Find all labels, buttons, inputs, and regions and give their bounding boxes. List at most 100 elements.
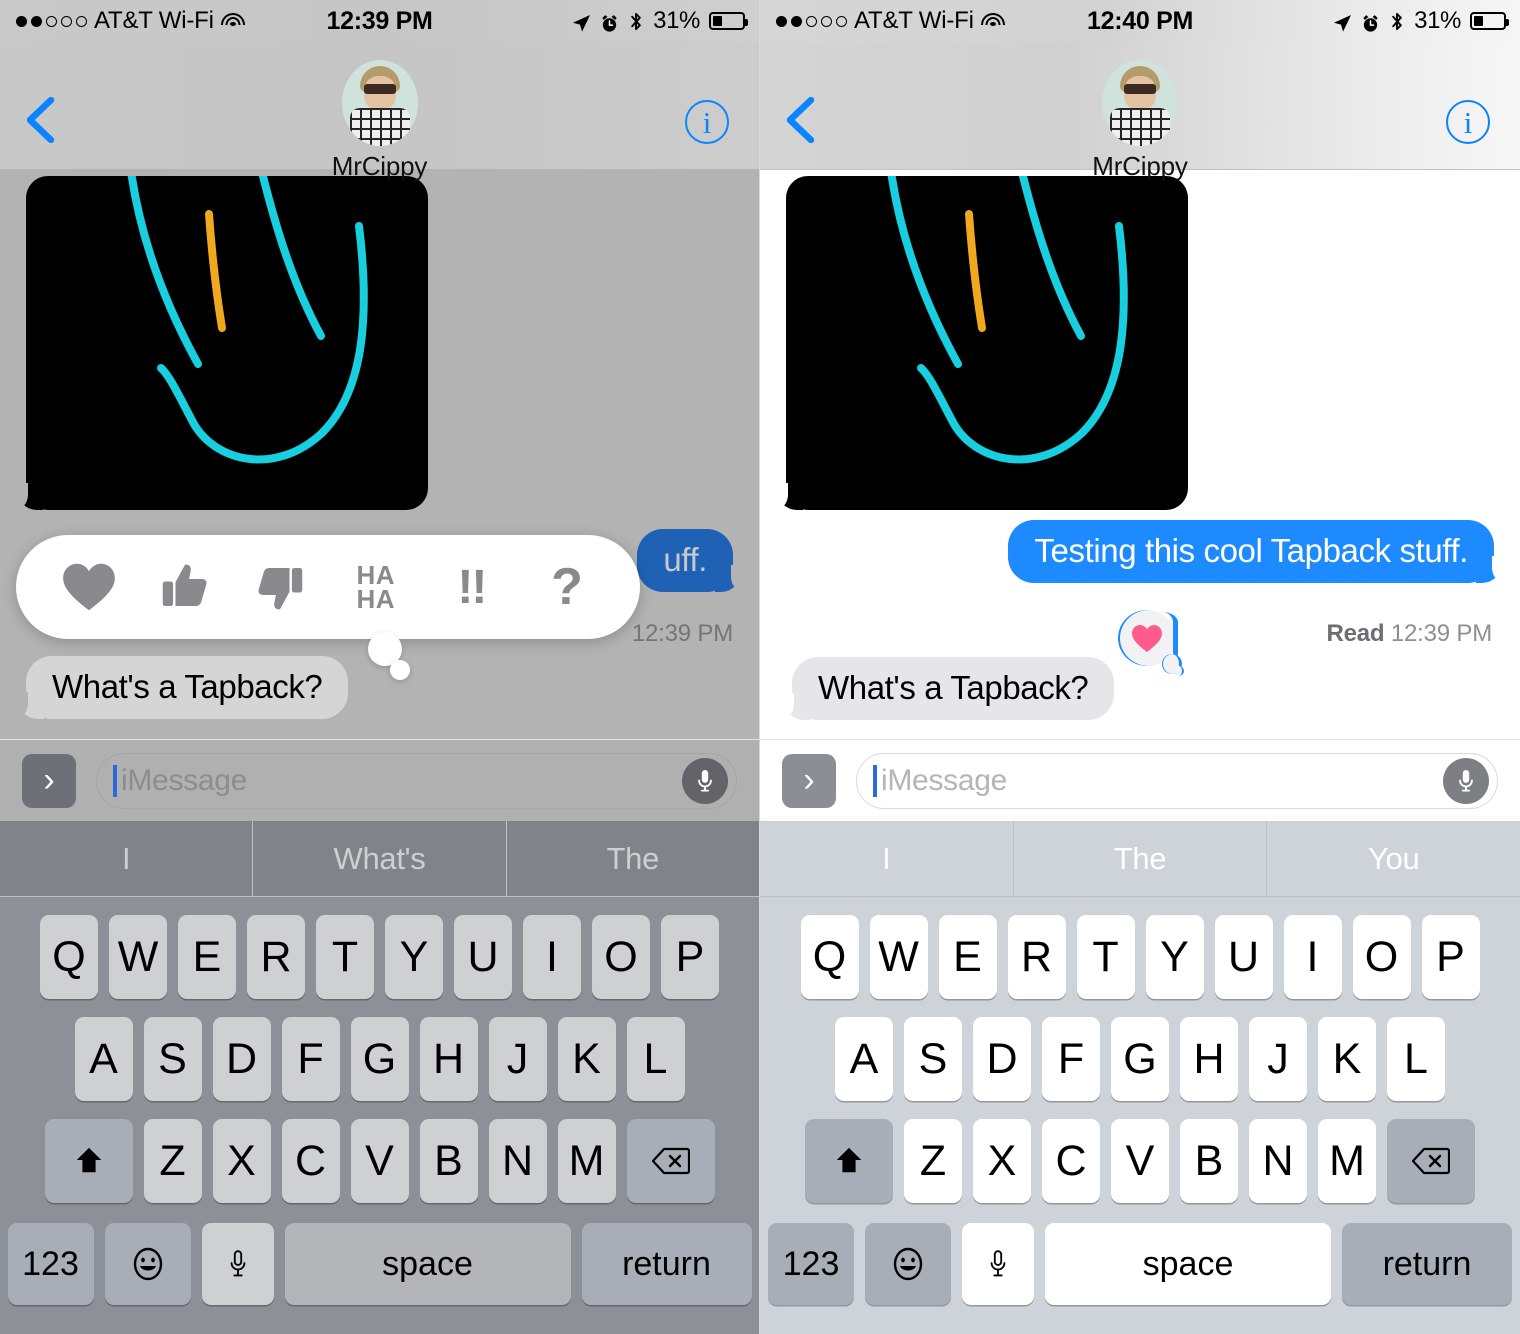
key-U[interactable]: U bbox=[454, 915, 512, 999]
suggestion-2[interactable]: The bbox=[1012, 821, 1267, 896]
keyboard-row-1[interactable]: QWERTYUIOP bbox=[0, 897, 759, 999]
contact-header[interactable]: MrCippy bbox=[760, 60, 1520, 182]
key-S[interactable]: S bbox=[904, 1017, 962, 1101]
key-P[interactable]: P bbox=[1421, 915, 1480, 999]
outgoing-message-bubble[interactable]: uff. bbox=[637, 529, 754, 593]
return-key[interactable]: return bbox=[581, 1223, 752, 1305]
key-G[interactable]: G bbox=[1111, 1017, 1169, 1101]
keyboard-row-3-letters[interactable]: ZXCVBNM bbox=[143, 1119, 616, 1203]
outgoing-message-bubble[interactable]: Testing this cool Tapback stuff. bbox=[1008, 520, 1515, 584]
key-Y[interactable]: Y bbox=[385, 915, 443, 999]
shift-key[interactable] bbox=[805, 1119, 893, 1203]
app-drawer-chevron-icon[interactable]: › bbox=[22, 753, 76, 808]
key-K[interactable]: K bbox=[1318, 1017, 1376, 1101]
key-S[interactable]: S bbox=[143, 1017, 202, 1101]
tapback-picker[interactable]: HA HA!!? bbox=[16, 535, 640, 639]
key-V[interactable]: V bbox=[350, 1119, 409, 1203]
key-O[interactable]: O bbox=[1352, 915, 1411, 999]
suggestion-1[interactable]: I bbox=[760, 821, 1013, 896]
contact-avatar[interactable] bbox=[341, 60, 418, 146]
onscreen-keyboard[interactable]: I What's The QWERTYUIOP ASDFGHJKL ZXCVBNM bbox=[0, 821, 759, 1334]
image-message-bubble[interactable] bbox=[6, 152, 428, 511]
key-J[interactable]: J bbox=[488, 1017, 547, 1101]
keyboard-row-1[interactable]: QWERTYUIOP bbox=[760, 897, 1520, 999]
keyboard-row-3[interactable]: ZXCVBNM bbox=[0, 1101, 759, 1203]
backspace-key[interactable] bbox=[626, 1119, 715, 1203]
message-input-field[interactable]: iMessage bbox=[856, 752, 1498, 809]
keyboard-row-3-letters[interactable]: ZXCVBNM bbox=[904, 1119, 1376, 1203]
key-W[interactable]: W bbox=[869, 915, 928, 999]
key-F[interactable]: F bbox=[1042, 1017, 1100, 1101]
key-R[interactable]: R bbox=[1007, 915, 1066, 999]
info-icon[interactable]: i bbox=[685, 100, 729, 144]
key-K[interactable]: K bbox=[557, 1017, 616, 1101]
key-M[interactable]: M bbox=[557, 1119, 616, 1203]
key-E[interactable]: E bbox=[178, 915, 236, 999]
key-X[interactable]: X bbox=[212, 1119, 271, 1203]
keyboard-row-4[interactable]: 123 space return bbox=[0, 1203, 759, 1305]
keyboard-row-4[interactable]: 123 space return bbox=[760, 1203, 1520, 1305]
message-input-field[interactable]: iMessage bbox=[96, 752, 737, 809]
key-Y[interactable]: Y bbox=[1145, 915, 1204, 999]
key-O[interactable]: O bbox=[592, 915, 650, 999]
keyboard-row-2[interactable]: ASDFGHJKL bbox=[760, 999, 1520, 1101]
space-key[interactable]: space bbox=[284, 1223, 571, 1305]
predictive-suggestion-bar[interactable]: I What's The bbox=[0, 821, 759, 897]
suggestion-2[interactable]: What's bbox=[252, 821, 505, 896]
predictive-suggestion-bar[interactable]: I The You bbox=[760, 821, 1520, 897]
suggestion-1[interactable]: I bbox=[0, 821, 252, 896]
key-C[interactable]: C bbox=[1042, 1119, 1100, 1203]
microphone-icon[interactable] bbox=[682, 757, 728, 804]
key-Q[interactable]: Q bbox=[800, 915, 859, 999]
numbers-key[interactable]: 123 bbox=[768, 1223, 854, 1305]
message-list[interactable]: Testing this cool Tapback stuff. Read 12… bbox=[760, 152, 1520, 739]
key-E[interactable]: E bbox=[938, 915, 997, 999]
key-P[interactable]: P bbox=[661, 915, 719, 999]
key-L[interactable]: L bbox=[1387, 1017, 1445, 1101]
keyboard-row-3[interactable]: ZXCVBNM bbox=[760, 1101, 1520, 1203]
key-A[interactable]: A bbox=[74, 1017, 133, 1101]
key-N[interactable]: N bbox=[488, 1119, 547, 1203]
key-H[interactable]: H bbox=[1180, 1017, 1238, 1101]
microphone-icon[interactable] bbox=[1443, 757, 1489, 804]
key-F[interactable]: F bbox=[281, 1017, 340, 1101]
key-W[interactable]: W bbox=[109, 915, 167, 999]
key-Q[interactable]: Q bbox=[40, 915, 98, 999]
backspace-key[interactable] bbox=[1387, 1119, 1475, 1203]
incoming-message-bubble[interactable]: What's a Tapback? bbox=[771, 657, 1115, 721]
space-key[interactable]: space bbox=[1045, 1223, 1331, 1305]
tapback-option-exclamation[interactable]: !! bbox=[432, 535, 510, 639]
key-U[interactable]: U bbox=[1214, 915, 1273, 999]
key-B[interactable]: B bbox=[419, 1119, 478, 1203]
message-list[interactable]: uff. 12:39 PM What's a Tapback? HA HA !!… bbox=[0, 152, 759, 739]
key-J[interactable]: J bbox=[1249, 1017, 1307, 1101]
key-X[interactable]: X bbox=[973, 1119, 1031, 1203]
app-drawer-chevron-icon[interactable]: › bbox=[782, 753, 836, 808]
suggestion-3[interactable]: The bbox=[505, 821, 759, 896]
contact-avatar[interactable] bbox=[1102, 60, 1178, 146]
key-L[interactable]: L bbox=[626, 1017, 685, 1101]
tapback-option-question[interactable]: ? bbox=[528, 535, 606, 639]
key-R[interactable]: R bbox=[247, 915, 305, 999]
emoji-key[interactable] bbox=[865, 1223, 951, 1305]
tapback-option-heart[interactable] bbox=[50, 535, 128, 639]
key-Z[interactable]: Z bbox=[904, 1119, 962, 1203]
key-M[interactable]: M bbox=[1318, 1119, 1376, 1203]
key-N[interactable]: N bbox=[1249, 1119, 1307, 1203]
message-input-bar[interactable]: › iMessage bbox=[0, 739, 759, 821]
key-D[interactable]: D bbox=[212, 1017, 271, 1101]
key-D[interactable]: D bbox=[973, 1017, 1031, 1101]
key-G[interactable]: G bbox=[350, 1017, 409, 1101]
key-T[interactable]: T bbox=[316, 915, 374, 999]
key-A[interactable]: A bbox=[835, 1017, 893, 1101]
key-I[interactable]: I bbox=[1283, 915, 1342, 999]
return-key[interactable]: return bbox=[1342, 1223, 1512, 1305]
suggestion-3[interactable]: You bbox=[1266, 821, 1520, 896]
shift-key[interactable] bbox=[44, 1119, 133, 1203]
dictation-key[interactable] bbox=[962, 1223, 1034, 1305]
info-icon[interactable]: i bbox=[1446, 100, 1490, 144]
image-message-bubble[interactable] bbox=[766, 152, 1188, 511]
message-input-bar[interactable]: › iMessage bbox=[760, 739, 1520, 821]
onscreen-keyboard[interactable]: I The You QWERTYUIOP ASDFGHJKL ZXCVBNM 1… bbox=[760, 821, 1520, 1334]
key-V[interactable]: V bbox=[1111, 1119, 1169, 1203]
